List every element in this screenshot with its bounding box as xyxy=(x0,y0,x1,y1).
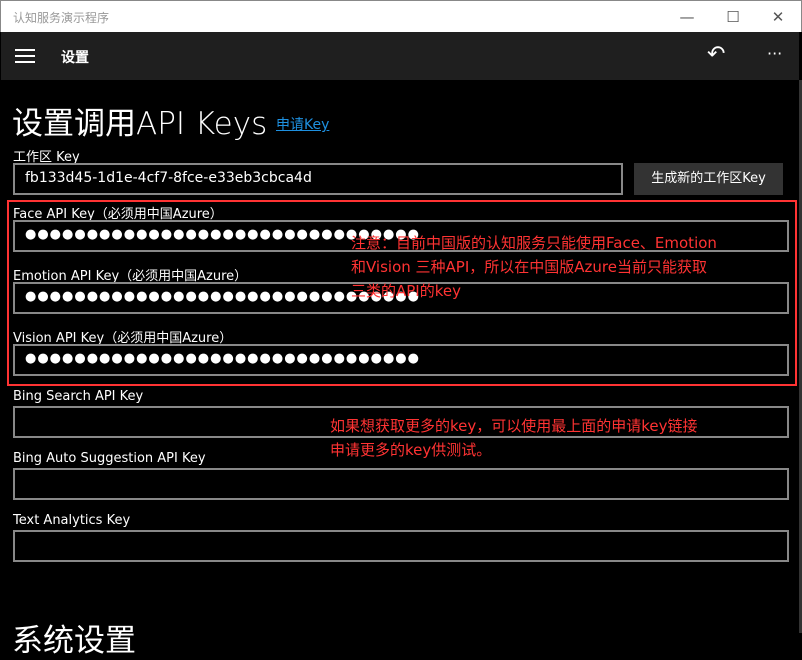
window-title: 认知服务演示程序 xyxy=(13,11,110,25)
annotation-line: 如果想获取更多的key，可以使用最上面的申请key链接 xyxy=(330,417,698,435)
text-analytics-key-label: Text Analytics Key xyxy=(13,513,131,528)
more-options-icon[interactable]: ··· xyxy=(767,44,782,63)
minimize-button[interactable]: — xyxy=(675,5,699,29)
bing-search-key-label: Bing Search API Key xyxy=(13,389,144,404)
close-button[interactable]: ✕ xyxy=(766,5,790,29)
workspace-key-input[interactable]: fb133d45-1d1e-4cf7-8fce-e33eb3cbca4d xyxy=(13,163,623,195)
china-annotation: 注意：目前中国版的认知服务只能使用Face、Emotion 和Vision 三种… xyxy=(351,231,717,303)
annotation-line: 申请更多的key供测试。 xyxy=(330,441,492,459)
page-title: 设置 xyxy=(61,50,89,66)
system-settings-heading: 系统设置 xyxy=(12,623,136,659)
app-bar: 设置 ↶ ··· xyxy=(1,32,799,80)
maximize-button[interactable]: ☐ xyxy=(721,5,745,29)
bing-autosuggest-key-input[interactable] xyxy=(13,468,789,500)
annotation-line: 三类的API的key xyxy=(351,282,461,300)
more-keys-annotation: 如果想获取更多的key，可以使用最上面的申请key链接 申请更多的key供测试。 xyxy=(330,414,698,462)
bing-autosuggest-key-label: Bing Auto Suggestion API Key xyxy=(13,451,206,466)
apply-key-link[interactable]: 申请Key xyxy=(276,114,329,134)
generate-workspace-key-button[interactable]: 生成新的工作区Key xyxy=(634,163,783,195)
title-bar: 认知服务演示程序 — ☐ ✕ xyxy=(0,0,802,32)
settings-heading: 设置调用API Keys xyxy=(12,106,268,142)
undo-icon[interactable]: ↶ xyxy=(707,42,725,67)
hamburger-menu-icon[interactable] xyxy=(15,49,35,63)
annotation-line: 和Vision 三种API，所以在中国版Azure当前只能获取 xyxy=(351,258,707,276)
annotation-line: 注意：目前中国版的认知服务只能使用Face、Emotion xyxy=(351,234,717,252)
text-analytics-key-input[interactable] xyxy=(13,530,789,562)
